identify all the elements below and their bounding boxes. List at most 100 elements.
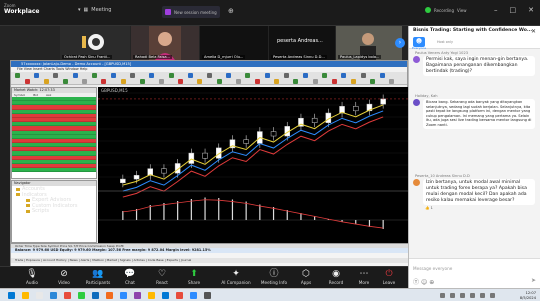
tray-icon[interactable] <box>480 293 485 298</box>
toolbar-icon[interactable] <box>351 79 356 84</box>
taskbar-app-icon[interactable] <box>120 292 127 299</box>
maximize-icon[interactable]: □ <box>510 6 517 14</box>
taskbar-app-icon[interactable] <box>92 292 99 299</box>
toolbar-icon[interactable] <box>293 79 299 84</box>
add-tab-icon[interactable]: ⊕ <box>228 7 234 15</box>
react-button[interactable]: ♡ React <box>144 269 180 285</box>
toolbar-icon[interactable] <box>245 73 251 78</box>
tray-icon[interactable] <box>450 293 455 298</box>
toolbar-icon[interactable] <box>187 73 193 78</box>
participants-button[interactable]: 👥 Participants <box>80 269 116 285</box>
toolbar-icon[interactable] <box>101 79 107 84</box>
ai-companion-button[interactable]: ✦ AI Companion <box>214 269 258 285</box>
toolbar-icon[interactable] <box>197 79 203 84</box>
toolbar-icon[interactable] <box>24 79 30 84</box>
toolbar-icon[interactable] <box>120 79 126 84</box>
participant-tile[interactable]: Ochirat Pash Sinu Franti... <box>60 26 130 60</box>
toolbar-icon[interactable] <box>274 79 280 84</box>
toolbar-icon[interactable] <box>34 73 40 78</box>
participant-tile[interactable]: Rahadi Bela Faisa... <box>131 26 199 60</box>
meeting-tab[interactable]: New session meeting <box>162 6 220 18</box>
taskbar-app-icon[interactable] <box>8 292 15 299</box>
leave-button[interactable]: ⏻ Leave <box>374 269 404 285</box>
toolbar-icon[interactable] <box>139 79 145 84</box>
video-button[interactable]: ⊘ Video <box>46 269 82 285</box>
reaction-badge[interactable]: 👍 1 <box>425 206 537 210</box>
participant-tile[interactable]: peserta Andreas... Peserta Andreas Sinnu… <box>269 26 335 60</box>
tab-everyone[interactable]: Everyone <box>412 46 426 50</box>
toolbar-icon[interactable] <box>207 73 212 78</box>
close-icon[interactable]: ✕ <box>528 6 534 14</box>
toolbar-icon[interactable] <box>53 73 59 78</box>
toolbar-icon[interactable] <box>331 79 337 84</box>
toolbar-icon[interactable] <box>130 73 136 78</box>
audio-button[interactable]: 🎙 Audio <box>14 269 50 285</box>
workspace-badge[interactable]: Zoom Workplace <box>4 3 40 15</box>
chat-button[interactable]: 💬 Chat <box>112 269 148 285</box>
next-page-icon[interactable]: › <box>395 38 405 48</box>
toolbar-icon[interactable] <box>322 73 328 78</box>
toolbar-icon[interactable] <box>226 73 232 78</box>
tray-icon[interactable] <box>470 293 475 298</box>
toolbar-icon[interactable] <box>216 79 222 84</box>
file-icon[interactable]: ⊕ <box>429 279 436 286</box>
taskbar-app-icon[interactable] <box>190 292 197 299</box>
close-icon[interactable]: ✕ <box>531 27 536 36</box>
toolbar-icon[interactable] <box>91 73 97 78</box>
taskbar-app-icon[interactable] <box>64 292 71 299</box>
chart-canvas[interactable]: GBPUSD,M15 <box>98 87 408 243</box>
toolbar-icon[interactable] <box>178 79 184 84</box>
participant-tile[interactable]: Paulus_Lapidys bola... <box>336 26 402 60</box>
taskbar-app-icon[interactable] <box>78 292 85 299</box>
toolbar-icon[interactable] <box>159 79 164 84</box>
tray-icon[interactable] <box>490 293 495 298</box>
nav-item[interactable]: Scripts <box>26 208 96 214</box>
price-chart[interactable]: GBPUSD,M15 <box>98 87 408 243</box>
taskbar-app-icon[interactable] <box>134 292 141 299</box>
tab-host-only[interactable]: Host only <box>437 40 453 44</box>
taskbar-app-icon[interactable] <box>106 292 113 299</box>
taskbar-app-icon[interactable] <box>36 292 43 299</box>
quote-row[interactable] <box>12 168 96 173</box>
toolbar-icon[interactable] <box>72 73 78 78</box>
toolbar-icon[interactable] <box>303 73 308 78</box>
toolbar-icon[interactable] <box>82 79 88 84</box>
system-clock[interactable]: 12:07 8/5/2024 <box>520 291 536 300</box>
send-icon[interactable]: ➤ <box>531 277 536 284</box>
toolbar-icon[interactable] <box>255 79 260 84</box>
participant-tile[interactable]: Amelia D_mjurri Olu... <box>200 26 268 60</box>
toolbar-icon[interactable] <box>168 73 174 78</box>
toolbar-icon[interactable] <box>341 73 347 78</box>
toolbar-icon[interactable] <box>283 73 289 78</box>
toolbar-icon[interactable] <box>389 79 395 84</box>
meeting-info-button[interactable]: ⓘ Meeting Info <box>256 269 292 285</box>
share-button[interactable]: ⬆ Share <box>176 269 212 285</box>
text-format-icon[interactable]: Ⓣ <box>413 279 421 286</box>
toolbar-icon[interactable] <box>379 73 385 78</box>
tray-icon[interactable] <box>460 293 465 298</box>
terminal-tabs[interactable]: Trade | Exposure | Account History | New… <box>11 258 409 263</box>
toolbar-icon[interactable] <box>149 73 155 78</box>
taskbar-app-icon[interactable] <box>148 292 155 299</box>
taskbar-app-icon[interactable] <box>162 292 169 299</box>
tray-icon[interactable] <box>440 293 445 298</box>
chat-input[interactable]: Message everyone <box>413 266 452 271</box>
recording-status[interactable]: Recording View <box>425 7 467 13</box>
sparkle-icon: ✦ <box>232 269 240 279</box>
toolbar-icon[interactable] <box>15 73 20 78</box>
toolbar-icon[interactable] <box>312 79 318 84</box>
toolbar-icon[interactable] <box>360 73 366 78</box>
toolbar-icon[interactable] <box>111 73 116 78</box>
minimize-icon[interactable]: – <box>494 6 498 14</box>
taskbar-app-icon[interactable] <box>22 292 29 299</box>
meeting-label-group[interactable]: ▾ ▦ Meeting <box>78 7 111 13</box>
taskbar-app-icon[interactable] <box>176 292 183 299</box>
toolbar-icon[interactable] <box>235 79 241 84</box>
toolbar-icon[interactable] <box>370 79 376 84</box>
toolbar-icon[interactable] <box>43 79 49 84</box>
toolbar-icon[interactable] <box>63 79 68 84</box>
taskbar-app-icon[interactable] <box>50 292 57 299</box>
toolbar-icon[interactable] <box>264 73 270 78</box>
taskbar-app-icon[interactable] <box>204 292 211 299</box>
navigator-panel: Navigator Accounts Indicators Expert Adv… <box>11 180 97 243</box>
